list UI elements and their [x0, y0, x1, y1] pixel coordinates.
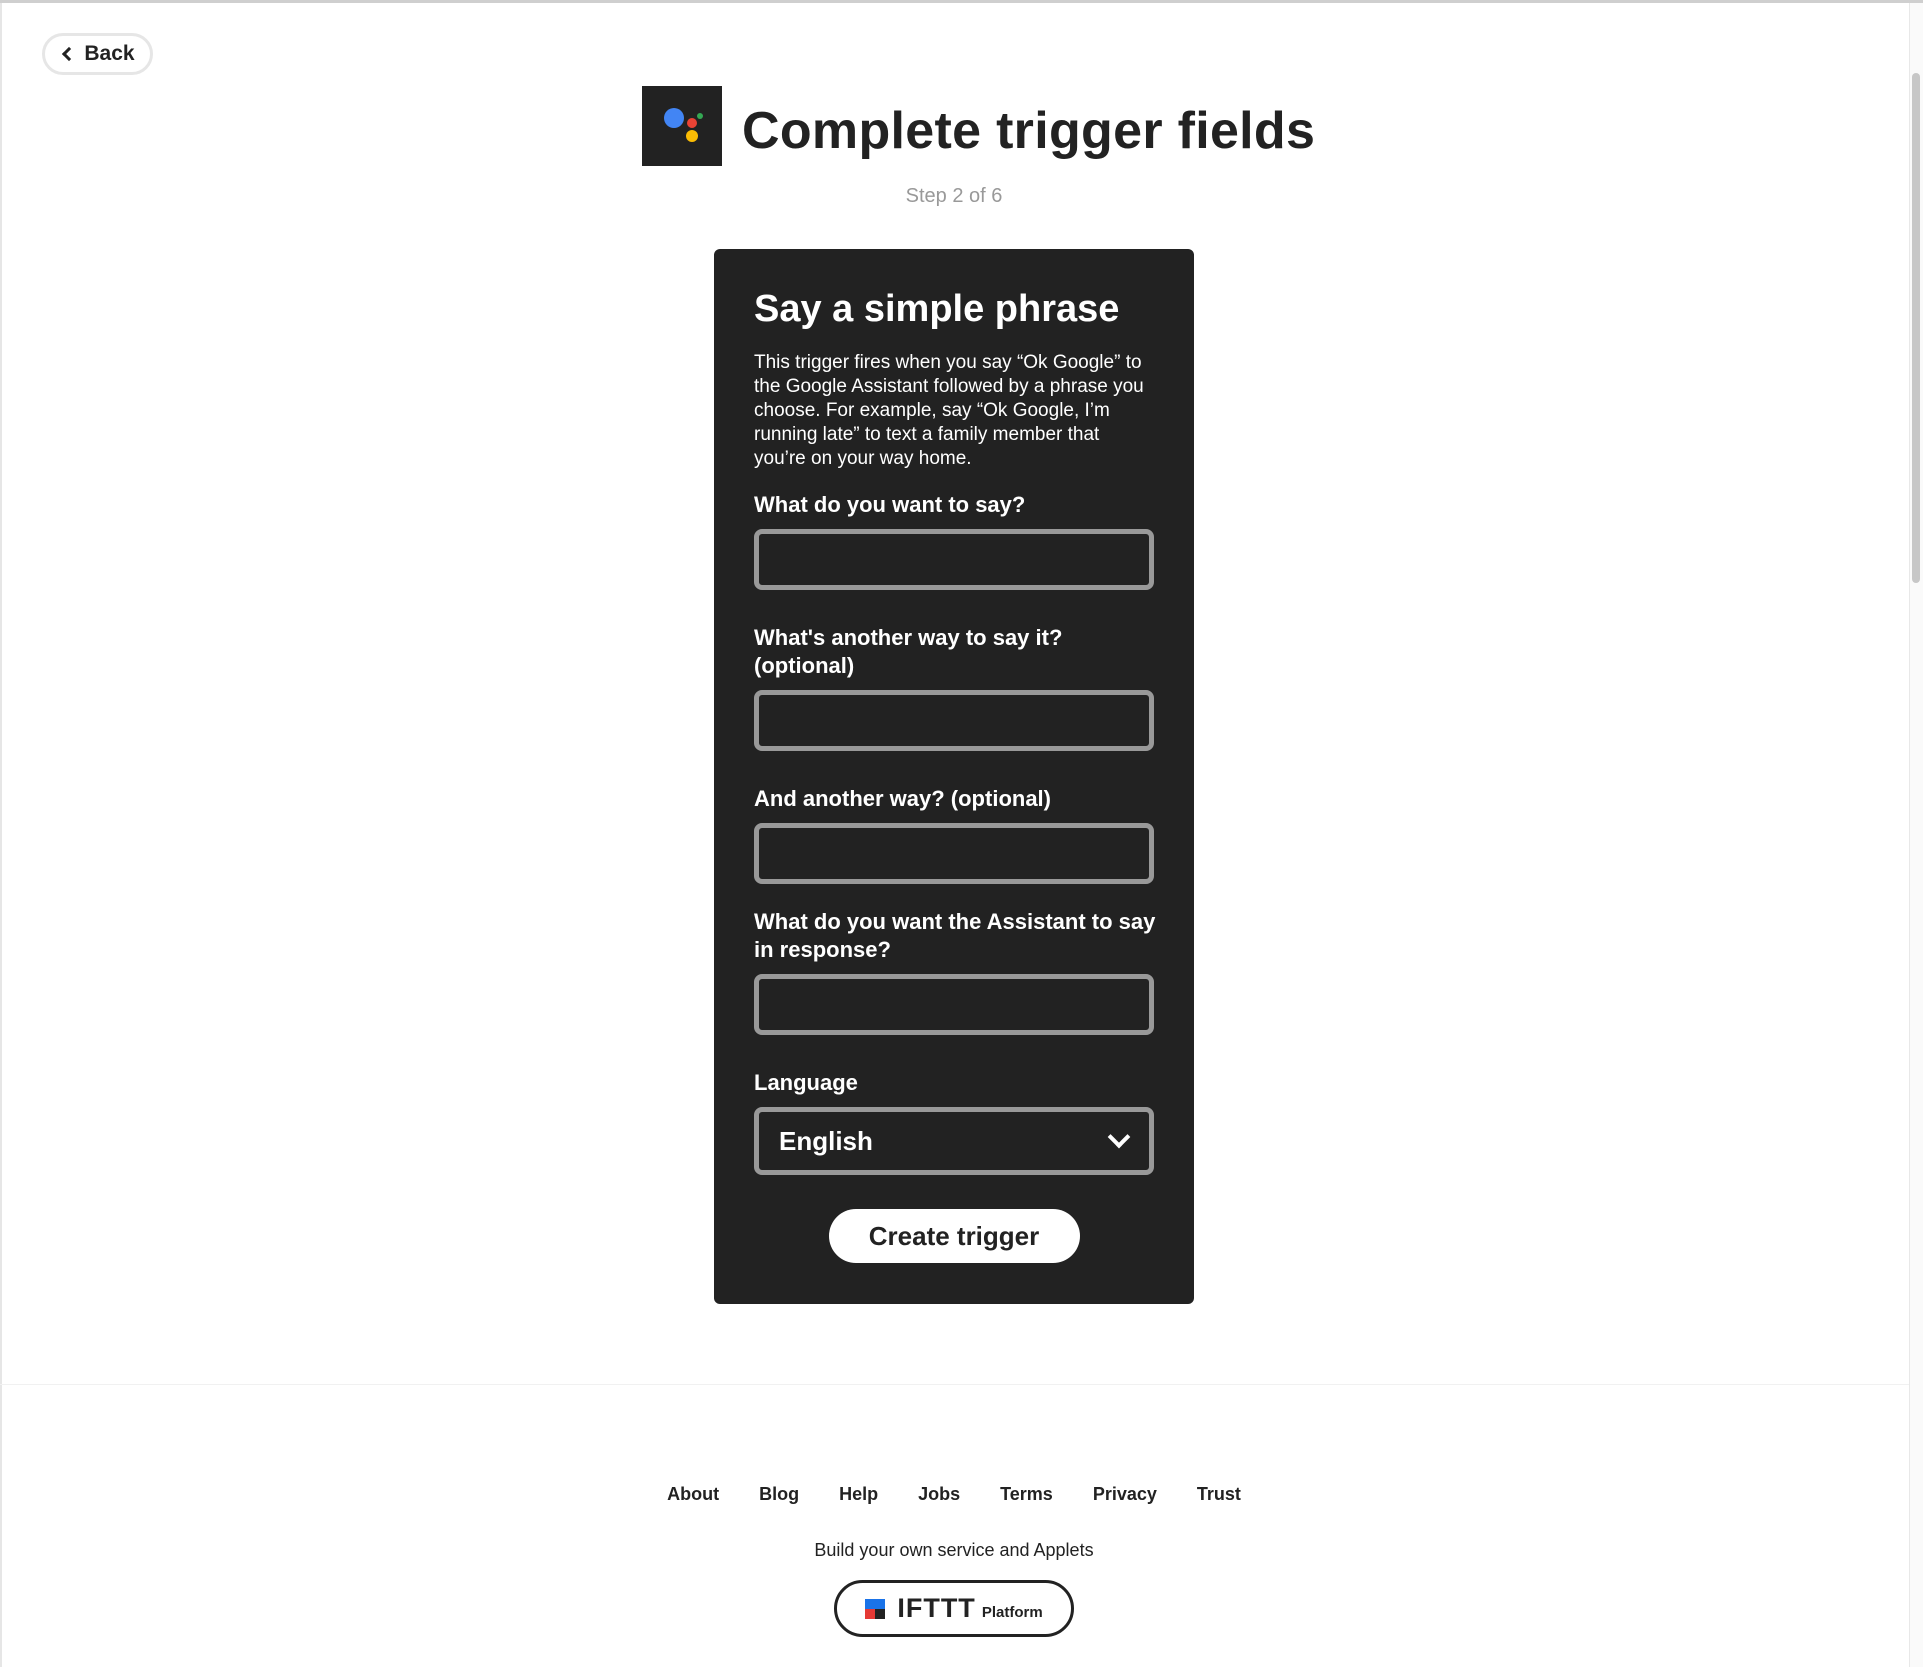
footer-nav: About Blog Help Jobs Terms Privacy Trust [0, 1484, 1908, 1505]
footer-divider [0, 1384, 1909, 1385]
chevron-left-icon [62, 46, 77, 62]
ifttt-platform-button[interactable]: IFTTT Platform [834, 1580, 1074, 1637]
assistant-red-dot [687, 118, 697, 128]
page: Back Complete trigger fields Step 2 of 6… [0, 0, 1923, 1667]
chevron-down-icon [1107, 1125, 1131, 1149]
footer-link-privacy[interactable]: Privacy [1093, 1484, 1157, 1505]
assistant-yellow-dot [686, 130, 698, 142]
platform-label: Platform [981, 1604, 1043, 1621]
language-selected: English [779, 1125, 873, 1156]
field-label: What do you want the Assistant to say in… [754, 909, 1156, 962]
footer-link-help[interactable]: Help [839, 1484, 878, 1505]
language-select[interactable]: English [754, 1107, 1154, 1175]
field-response: What do you want the Assistant to say in… [754, 908, 1155, 1035]
window-edge [0, 3, 2, 1667]
build-your-own-text: Build your own service and Applets [814, 1540, 1094, 1560]
create-trigger-button[interactable]: Create trigger [828, 1209, 1080, 1263]
assistant-blue-dot [664, 108, 684, 128]
trigger-description: This trigger fires when you say “Ok Goog… [754, 352, 1144, 469]
field-phrase: What do you want to say? [754, 491, 1154, 590]
field-label: Language [754, 1070, 858, 1095]
scrollbar-thumb[interactable] [1912, 73, 1920, 583]
footer-link-trust[interactable]: Trust [1197, 1484, 1241, 1505]
footer-link-about[interactable]: About [667, 1484, 719, 1505]
field-label: What's another way to say it? (optional) [754, 625, 1063, 678]
footer-link-blog[interactable]: Blog [759, 1484, 799, 1505]
page-title: Complete trigger fields [742, 102, 1316, 160]
trigger-card: Say a simple phrase This trigger fires w… [714, 249, 1194, 1304]
back-label: Back [84, 42, 135, 65]
assistant-green-dot [697, 113, 703, 119]
response-input[interactable] [754, 974, 1154, 1035]
field-language: Language English [754, 1069, 1154, 1175]
step-indicator: Step 2 of 6 [905, 185, 1003, 207]
ifttt-logo-icon [865, 1598, 886, 1619]
google-assistant-icon [642, 86, 722, 166]
ifttt-wordmark: IFTTT [897, 1593, 976, 1623]
phrase-alt-2-input[interactable] [754, 823, 1154, 884]
footer-link-jobs[interactable]: Jobs [918, 1484, 960, 1505]
field-label: And another way? (optional) [754, 786, 1051, 811]
trigger-title: Say a simple phrase [754, 288, 1120, 330]
field-phrase-alt-2: And another way? (optional) [754, 785, 1154, 884]
scrollbar[interactable] [1909, 3, 1923, 1667]
back-button[interactable]: Back [42, 33, 153, 75]
footer-link-terms[interactable]: Terms [1000, 1484, 1053, 1505]
field-label: What do you want to say? [754, 492, 1026, 517]
field-phrase-alt-1: What's another way to say it? (optional) [754, 624, 1154, 751]
phrase-alt-1-input[interactable] [754, 690, 1154, 751]
phrase-input[interactable] [754, 529, 1154, 590]
